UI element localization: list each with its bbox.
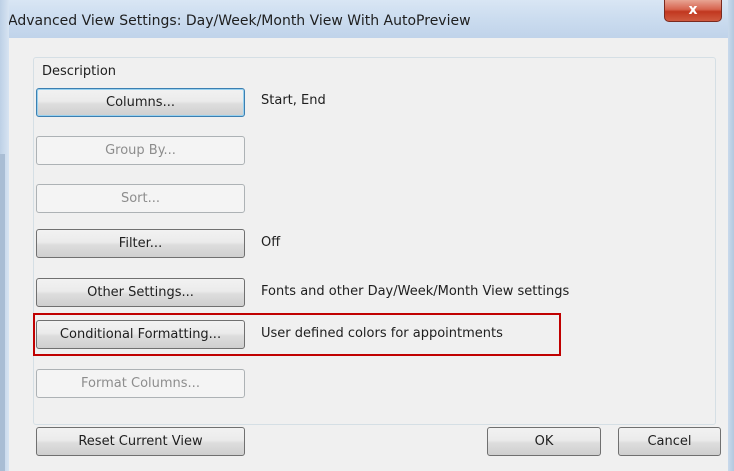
dialog-body: Description Columns... Start, End Group …	[9, 38, 728, 471]
other-settings-button[interactable]: Other Settings...	[36, 278, 245, 307]
close-button[interactable]: x	[664, 0, 722, 22]
window-frame-left	[0, 0, 9, 471]
window-frame-right	[728, 0, 734, 471]
columns-button[interactable]: Columns...	[36, 88, 245, 117]
filter-button[interactable]: Filter...	[36, 229, 245, 258]
conditional-formatting-description: User defined colors for appointments	[261, 326, 503, 341]
advanced-view-settings-dialog: Advanced View Settings: Day/Week/Month V…	[0, 0, 734, 471]
sort-button[interactable]: Sort...	[36, 184, 245, 213]
window-frame-shadow	[0, 154, 5, 471]
filter-description: Off	[261, 235, 281, 250]
window-title: Advanced View Settings: Day/Week/Month V…	[8, 13, 471, 29]
cancel-button[interactable]: Cancel	[618, 427, 721, 456]
group-by-button[interactable]: Group By...	[36, 136, 245, 165]
close-icon: x	[688, 2, 698, 18]
title-bar[interactable]: Advanced View Settings: Day/Week/Month V…	[0, 0, 734, 38]
ok-button[interactable]: OK	[487, 427, 601, 456]
conditional-formatting-button[interactable]: Conditional Formatting...	[36, 320, 245, 349]
format-columns-button[interactable]: Format Columns...	[36, 369, 245, 398]
columns-description: Start, End	[261, 93, 326, 108]
other-settings-description: Fonts and other Day/Week/Month View sett…	[261, 284, 570, 299]
reset-current-view-button[interactable]: Reset Current View	[36, 427, 245, 456]
description-group-label: Description	[39, 64, 120, 79]
